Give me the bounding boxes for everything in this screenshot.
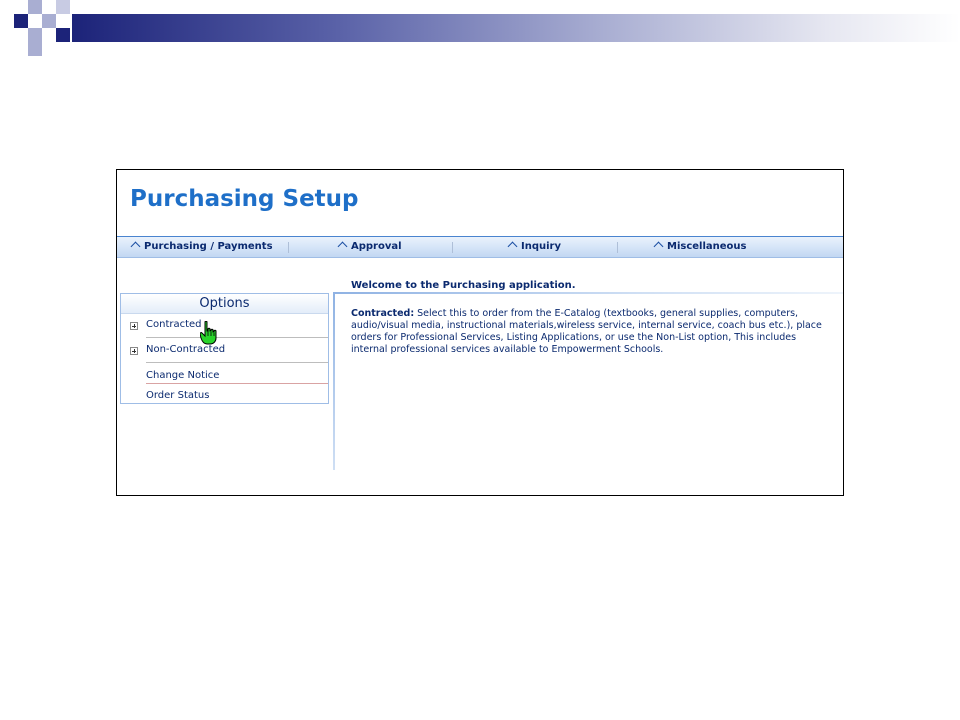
top-nav: Purchasing / Payments Approval Inquiry M… <box>117 236 843 258</box>
content-border <box>333 292 843 294</box>
options-panel: Options Contracted Non-Contracted Change… <box>120 293 329 404</box>
slide-deco-square-dark <box>14 14 28 28</box>
page-title: Purchasing Setup <box>130 186 359 212</box>
slide-deco-square-light <box>42 14 56 28</box>
nav-approval[interactable]: Approval <box>336 237 402 257</box>
nav-divider <box>288 242 289 253</box>
option-contracted[interactable]: Contracted <box>121 316 328 336</box>
nav-miscellaneous[interactable]: Miscellaneous <box>652 237 747 257</box>
option-divider <box>146 362 328 363</box>
plus-icon[interactable] <box>130 322 138 330</box>
slide-deco-square-dark <box>56 28 70 42</box>
option-divider <box>146 383 328 384</box>
nav-label: Purchasing / Payments <box>144 241 273 252</box>
chevron-up-icon <box>337 241 348 252</box>
chevron-up-icon <box>653 241 664 252</box>
description-label: Contracted: <box>351 308 415 319</box>
slide-deco-square-light <box>28 42 42 56</box>
slide-deco-square-light <box>56 0 70 14</box>
option-divider <box>146 337 328 338</box>
option-order-status[interactable]: Order Status <box>121 387 328 407</box>
content-border <box>333 292 335 470</box>
chevron-up-icon <box>130 241 141 252</box>
option-non-contracted[interactable]: Non-Contracted <box>121 341 328 361</box>
nav-inquiry[interactable]: Inquiry <box>506 237 561 257</box>
slide-deco-square-light <box>28 28 42 42</box>
option-label: Contracted <box>146 319 202 330</box>
description-text: Select this to order from the E-Catalog … <box>351 308 822 355</box>
hand-pointer-icon <box>200 321 217 345</box>
nav-divider <box>617 242 618 253</box>
option-label: Non-Contracted <box>146 344 226 355</box>
option-label: Order Status <box>146 390 210 401</box>
nav-label: Miscellaneous <box>667 241 747 252</box>
chevron-up-icon <box>507 241 518 252</box>
description: Contracted: Select this to order from th… <box>351 308 823 356</box>
nav-label: Approval <box>351 241 402 252</box>
nav-label: Inquiry <box>521 241 561 252</box>
nav-purchasing-payments[interactable]: Purchasing / Payments <box>129 237 273 257</box>
plus-icon[interactable] <box>130 347 138 355</box>
app-screenshot: Purchasing Setup Purchasing / Payments A… <box>116 169 844 496</box>
slide-deco-bar <box>72 14 960 42</box>
welcome-message: Welcome to the Purchasing application. <box>351 280 576 291</box>
option-label: Change Notice <box>146 370 220 381</box>
slide-deco-square-light <box>28 0 42 14</box>
options-heading: Options <box>121 294 328 314</box>
nav-divider <box>452 242 453 253</box>
option-change-notice[interactable]: Change Notice <box>121 367 328 387</box>
